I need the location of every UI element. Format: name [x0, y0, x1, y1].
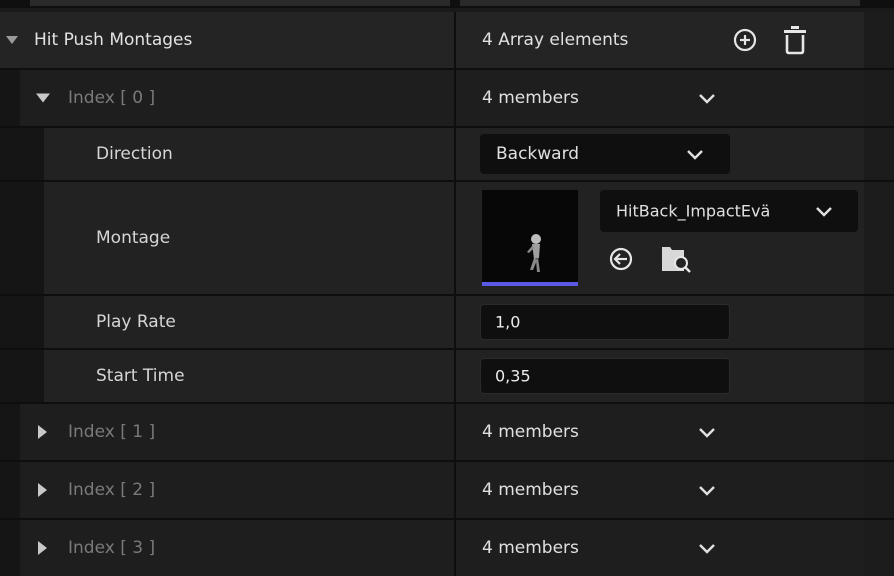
members-text: 4 members	[482, 422, 579, 442]
collapse-arrow-icon[interactable]	[36, 93, 50, 103]
members-text: 4 members	[482, 538, 579, 558]
asset-type-underline	[482, 282, 578, 286]
start-time-label: Start Time	[96, 366, 185, 386]
play-rate-value: 1,0	[495, 312, 521, 332]
direction-label: Direction	[96, 144, 173, 164]
montage-asset-name: HitBack_ImpactEvä	[616, 201, 771, 221]
montage-asset-picker[interactable]: HitBack_ImpactEvä	[600, 190, 858, 232]
chevron-down-icon[interactable]	[697, 483, 717, 497]
members-text: 4 members	[482, 480, 579, 500]
index-row-3: Index [ 3 ] 4 members	[0, 520, 894, 576]
members-text: 4 members	[482, 88, 579, 108]
index-row-1: Index [ 1 ] 4 members	[0, 404, 894, 460]
play-rate-label: Play Rate	[96, 312, 176, 332]
play-rate-row: Play Rate 1,0	[0, 296, 894, 348]
montage-row: Montage HitBack_ImpactEvä	[0, 182, 894, 294]
chevron-down-icon[interactable]	[697, 91, 717, 105]
array-count: 4 Array elements	[482, 30, 629, 50]
character-thumbnail-icon	[482, 190, 578, 286]
arrow-left-circle-icon[interactable]	[608, 246, 634, 272]
start-time-value: 0,35	[495, 366, 531, 386]
direction-value: Backward	[496, 144, 580, 164]
trash-icon[interactable]	[782, 25, 808, 55]
chevron-down-icon	[816, 207, 832, 217]
top-strip	[0, 0, 894, 8]
start-time-row: Start Time 0,35	[0, 350, 894, 402]
direction-dropdown[interactable]: Backward	[480, 134, 730, 174]
asset-thumbnail[interactable]	[482, 190, 578, 286]
index-label: Index [ 2 ]	[68, 480, 156, 500]
chevron-down-icon	[687, 150, 703, 160]
index-label: Index [ 1 ]	[68, 422, 156, 442]
expand-arrow-icon[interactable]	[38, 425, 47, 439]
index-row-2: Index [ 2 ] 4 members	[0, 462, 894, 518]
chevron-down-icon[interactable]	[697, 541, 717, 555]
plus-circle-icon[interactable]	[732, 27, 758, 53]
array-label: Hit Push Montages	[34, 30, 193, 50]
play-rate-input[interactable]: 1,0	[480, 304, 730, 340]
index-label: Index [ 3 ]	[68, 538, 156, 558]
start-time-input[interactable]: 0,35	[480, 358, 730, 394]
folder-search-icon[interactable]	[660, 244, 692, 274]
chevron-down-icon[interactable]	[697, 425, 717, 439]
details-panel: Hit Push Montages 4 Array elements Index…	[0, 0, 894, 576]
collapse-arrow-icon[interactable]	[6, 36, 18, 44]
expand-arrow-icon[interactable]	[38, 541, 47, 555]
montage-label: Montage	[96, 228, 171, 248]
expand-arrow-icon[interactable]	[38, 483, 47, 497]
index-row-0: Index [ 0 ] 4 members	[0, 70, 894, 126]
array-row: Hit Push Montages 4 Array elements	[0, 12, 894, 68]
direction-row: Direction Backward	[0, 128, 894, 180]
index-label: Index [ 0 ]	[68, 88, 156, 108]
